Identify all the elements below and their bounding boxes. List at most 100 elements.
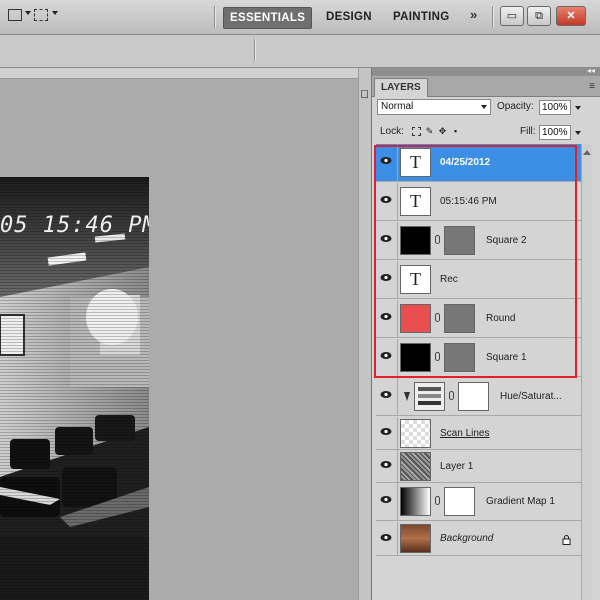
layer-row[interactable]: Scan Lines <box>376 417 583 450</box>
divider <box>254 39 256 61</box>
visibility-toggle[interactable] <box>376 222 398 259</box>
layer-name[interactable]: 04/25/2012 <box>440 144 490 182</box>
layer-name[interactable]: Round <box>486 300 515 338</box>
link-icon[interactable] <box>435 496 440 505</box>
layer-row[interactable]: T Rec <box>376 261 583 299</box>
visibility-toggle[interactable] <box>376 450 398 482</box>
eye-icon <box>380 461 392 468</box>
layer-name[interactable]: Gradient Map 1 <box>486 483 555 521</box>
chevron-down-icon[interactable] <box>52 11 58 15</box>
screen-mode-icon[interactable] <box>34 9 48 21</box>
panel-menu-icon[interactable]: ≡ <box>589 81 595 92</box>
layer-row[interactable]: T 05:15:46 PM <box>376 183 583 221</box>
workspace-design-button[interactable]: DESIGN <box>320 7 378 27</box>
canvas-scrollbar[interactable] <box>358 68 371 600</box>
link-icon[interactable] <box>435 352 440 361</box>
layer-row[interactable]: Hue/Saturat... <box>376 378 583 416</box>
background-thumbnail <box>400 524 431 553</box>
restore-button[interactable]: ⧉ <box>527 6 551 26</box>
text-layer-thumbnail: T <box>400 148 431 177</box>
layer-row[interactable]: Gradient Map 1 <box>376 483 583 521</box>
lock-label: Lock: <box>380 126 404 137</box>
link-icon[interactable] <box>435 313 440 322</box>
visibility-toggle[interactable] <box>376 183 398 220</box>
layer-row[interactable]: Background <box>376 522 583 556</box>
eye-icon <box>380 496 392 503</box>
divider <box>214 6 216 28</box>
eye-icon <box>380 428 392 435</box>
layer-name[interactable]: Rec <box>440 261 458 299</box>
rectangle-tool-icon[interactable] <box>8 9 22 21</box>
shape-fill-thumbnail <box>400 304 431 333</box>
opacity-field[interactable]: 100% <box>539 100 571 115</box>
hue-saturation-icon <box>418 387 441 405</box>
fill-slider-toggle[interactable] <box>575 131 581 135</box>
visibility-toggle[interactable] <box>376 417 398 449</box>
scroll-up-icon[interactable] <box>583 150 591 155</box>
opacity-label: Opacity: <box>497 101 534 112</box>
timestamp-overlay-text: 05 15:46 PM <box>0 213 149 238</box>
blend-mode-select[interactable]: Normal <box>377 99 491 115</box>
layer-row[interactable]: Round <box>376 300 583 338</box>
canvas-image[interactable]: 05 15:46 PM <box>0 177 149 600</box>
panel-collapse-bar[interactable]: ◂◂ <box>372 66 600 76</box>
workspace-essentials-button[interactable]: ESSENTIALS <box>223 7 313 29</box>
visibility-toggle[interactable] <box>376 144 398 181</box>
vector-mask-thumbnail <box>444 343 475 372</box>
eye-icon <box>380 157 392 164</box>
lock-transparency-icon[interactable] <box>412 127 421 136</box>
layer-name[interactable]: Background <box>440 522 493 556</box>
layer-name[interactable]: Square 1 <box>486 339 527 377</box>
text-layer-thumbnail: T <box>400 187 431 216</box>
chevron-down-icon[interactable] <box>25 11 31 15</box>
eye-icon <box>380 391 392 398</box>
fill-field[interactable]: 100% <box>539 125 571 140</box>
eye-icon <box>380 196 392 203</box>
link-icon[interactable] <box>449 391 454 400</box>
layers-scrollbar[interactable] <box>581 144 592 600</box>
collapse-icon[interactable]: ◂◂ <box>587 66 595 75</box>
close-button[interactable]: ✕ <box>556 6 586 26</box>
scrollbar-grip[interactable] <box>361 90 368 98</box>
eye-icon <box>380 274 392 281</box>
minimize-button[interactable]: ▭ <box>500 6 524 26</box>
layer-row[interactable]: T 04/25/2012 <box>376 144 583 182</box>
text-layer-thumbnail: T <box>400 265 431 294</box>
visibility-toggle[interactable] <box>376 300 398 337</box>
workspace-painting-button[interactable]: PAINTING <box>387 7 456 27</box>
gradient-map-thumbnail <box>400 487 431 516</box>
layer-mask-thumbnail <box>444 487 475 516</box>
eye-icon <box>380 235 392 242</box>
more-workspaces-button[interactable]: » <box>470 7 477 22</box>
layer-name[interactable]: 05:15:46 PM <box>440 183 497 221</box>
shape-fill-thumbnail <box>400 343 431 372</box>
lock-all-icon[interactable]: ▪ <box>451 127 460 136</box>
visibility-toggle[interactable] <box>376 261 398 298</box>
tab-layers[interactable]: LAYERS <box>374 78 428 97</box>
layer-row[interactable]: Square 1 <box>376 339 583 377</box>
document-tab-strip <box>0 68 358 79</box>
visibility-toggle[interactable] <box>376 522 398 555</box>
office-photo <box>0 177 149 600</box>
visibility-toggle[interactable] <box>376 378 398 415</box>
layer-mask-thumbnail <box>458 382 489 411</box>
vector-mask-thumbnail <box>444 304 475 333</box>
link-icon[interactable] <box>435 235 440 244</box>
layer-row[interactable]: Square 2 <box>376 222 583 260</box>
layer-name[interactable]: Layer 1 <box>440 450 473 483</box>
layer-name[interactable]: Scan Lines <box>440 417 489 450</box>
fill-label: Fill: <box>520 126 536 137</box>
layer-name[interactable]: Square 2 <box>486 222 527 260</box>
chevron-down-icon <box>481 105 487 109</box>
lock-position-icon[interactable]: ✥ <box>438 127 447 136</box>
opacity-slider-toggle[interactable] <box>575 106 581 110</box>
lock-pixels-icon[interactable]: ✎ <box>425 127 434 136</box>
shape-fill-thumbnail <box>400 226 431 255</box>
layer-row[interactable]: Layer 1 <box>376 450 583 483</box>
eye-icon <box>380 313 392 320</box>
panel-tab-row: LAYERS ≡ <box>372 76 600 97</box>
eye-icon <box>380 534 392 541</box>
layer-name[interactable]: Hue/Saturat... <box>500 378 562 416</box>
visibility-toggle[interactable] <box>376 483 398 520</box>
visibility-toggle[interactable] <box>376 339 398 376</box>
